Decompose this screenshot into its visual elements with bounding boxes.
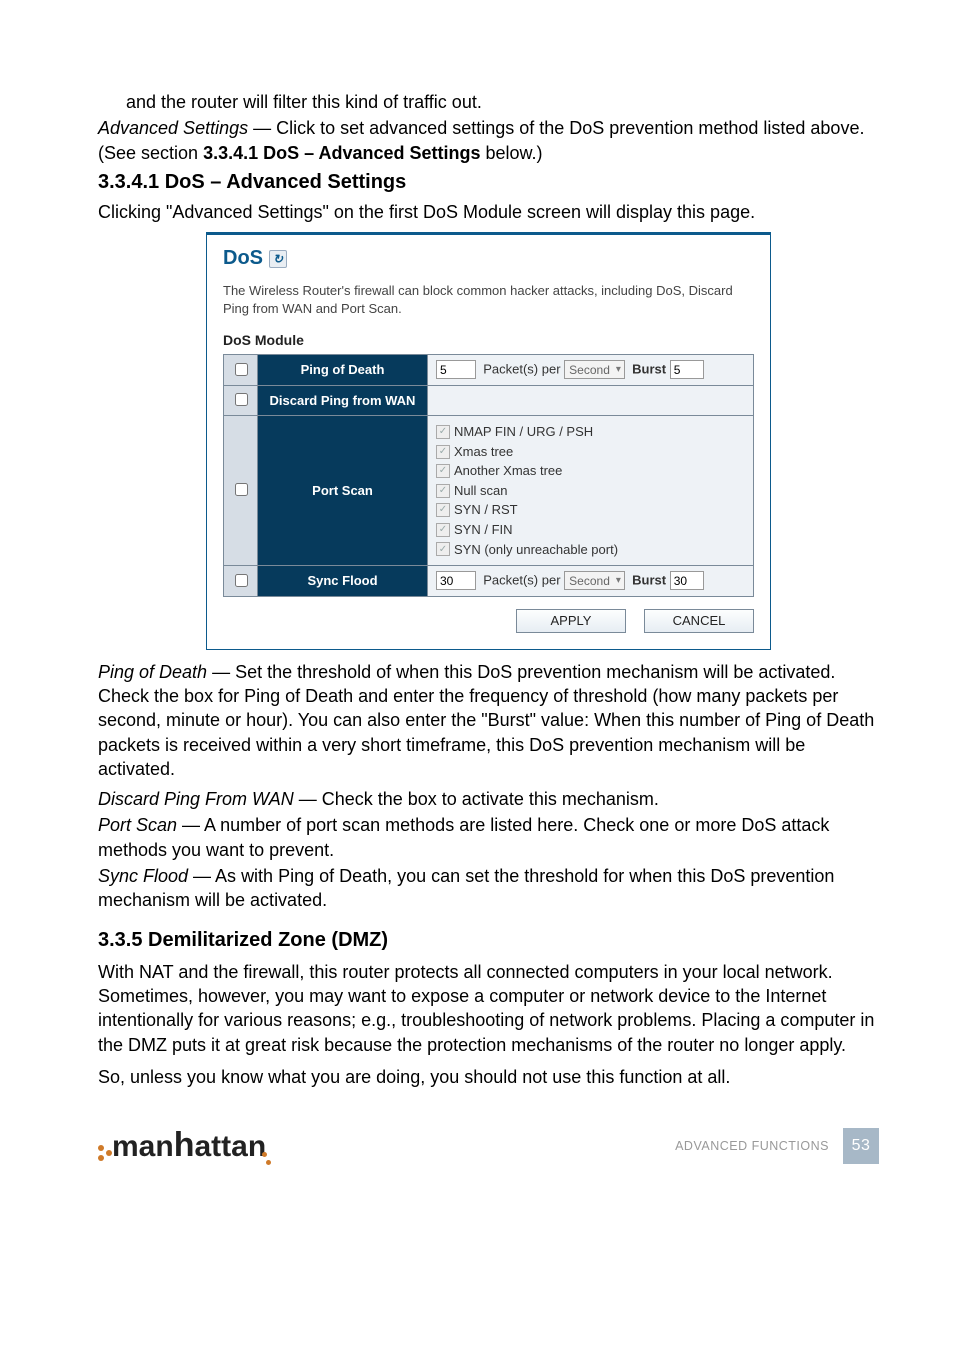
refresh-icon[interactable]: ↻ <box>269 250 287 268</box>
def-text: — A number of port scan methods are list… <box>98 815 829 859</box>
opt-checkbox[interactable]: ✓ <box>436 484 450 498</box>
ping-of-death-burst-input[interactable] <box>670 360 704 379</box>
table-row: Port Scan ✓ NMAP FIN / URG / PSH ✓ Xmas tr… <box>224 416 754 566</box>
row-name-discard-ping: Discard Ping from WAN <box>258 385 428 416</box>
opt-checkbox[interactable]: ✓ <box>436 445 450 459</box>
cancel-button[interactable]: CANCEL <box>644 609 754 633</box>
apply-button[interactable]: APPLY <box>516 609 626 633</box>
ping-of-death-checkbox[interactable] <box>235 363 248 376</box>
heading-dos-advanced: 3.3.4.1 DoS – Advanced Settings <box>98 169 879 196</box>
opt-label: SYN / RST <box>454 501 518 519</box>
ping-of-death-value-input[interactable] <box>436 360 476 379</box>
opt-checkbox[interactable]: ✓ <box>436 542 450 556</box>
table-row: Discard Ping from WAN <box>224 385 754 416</box>
adv-settings-ref: 3.3.4.1 DoS – Advanced Settings <box>203 143 480 163</box>
opt-checkbox[interactable]: ✓ <box>436 523 450 537</box>
def-term: Port Scan <box>98 815 177 835</box>
def-discard-ping: Discard Ping From WAN — Check the box to… <box>98 787 879 811</box>
port-scan-options: ✓ NMAP FIN / URG / PSH ✓ Xmas tree ✓ Anothe… <box>436 420 745 561</box>
def-term: Sync Flood <box>98 866 188 886</box>
sync-flood-burst-label: Burst <box>632 573 666 588</box>
discard-ping-wan-checkbox[interactable] <box>235 393 248 406</box>
ping-of-death-mid-label: Packet(s) per <box>483 362 560 377</box>
dos-panel: DoS ↻ The Wireless Router's firewall can… <box>206 232 771 649</box>
sync-flood-checkbox[interactable] <box>235 574 248 587</box>
page-number-badge: 53 <box>843 1128 879 1164</box>
dos-title-text: DoS <box>223 245 263 272</box>
opt-label: Xmas tree <box>454 443 513 461</box>
sync-flood-unit-select[interactable]: Second <box>564 571 625 590</box>
sync-flood-mid-label: Packet(s) per <box>483 573 560 588</box>
def-sync-flood: Sync Flood — As with Ping of Death, you … <box>98 864 879 913</box>
sync-flood-value-input[interactable] <box>436 571 476 590</box>
row-name-sync-flood: Sync Flood <box>258 566 428 597</box>
def-text: — As with Ping of Death, you can set the… <box>98 866 834 910</box>
opt-label: NMAP FIN / URG / PSH <box>454 423 593 441</box>
opt-label: SYN (only unreachable port) <box>454 541 618 559</box>
opt-checkbox[interactable]: ✓ <box>436 425 450 439</box>
opt-checkbox[interactable]: ✓ <box>436 464 450 478</box>
opt-checkbox[interactable]: ✓ <box>436 503 450 517</box>
dos-module-table: Ping of Death Packet(s) per Second Burst… <box>223 354 754 596</box>
table-row: Ping of Death Packet(s) per Second Burst <box>224 355 754 386</box>
opt-label: SYN / FIN <box>454 521 513 539</box>
def-term: Discard Ping From WAN <box>98 789 294 809</box>
sync-flood-burst-input[interactable] <box>670 571 704 590</box>
opt-label: Null scan <box>454 482 507 500</box>
opt-label: Another Xmas tree <box>454 462 562 480</box>
adv-settings-term: Advanced Settings <box>98 118 248 138</box>
ping-of-death-burst-label: Burst <box>632 362 666 377</box>
ping-of-death-unit-select[interactable]: Second <box>564 360 625 379</box>
dmz-paragraph-2: So, unless you know what you are doing, … <box>98 1065 879 1089</box>
port-scan-checkbox[interactable] <box>235 483 248 496</box>
intro-advanced-settings: Advanced Settings — Click to set advance… <box>98 116 879 165</box>
row-name-ping-of-death: Ping of Death <box>258 355 428 386</box>
def-ping-of-death: Ping of Death — Set the threshold of whe… <box>98 660 879 781</box>
table-row: Sync Flood Packet(s) per Second Burst <box>224 566 754 597</box>
brand-logo: manhattan <box>98 1123 276 1169</box>
def-text: — Set the threshold of when this DoS pre… <box>98 662 874 779</box>
def-port-scan: Port Scan — A number of port scan method… <box>98 813 879 862</box>
row-name-port-scan: Port Scan <box>258 416 428 566</box>
dos-panel-description: The Wireless Router's firewall can block… <box>223 282 754 317</box>
dos-module-heading: DoS Module <box>223 331 754 350</box>
heading-dmz: 3.3.5 Demilitarized Zone (DMZ) <box>98 927 879 954</box>
intro-tail-text: and the router will filter this kind of … <box>98 90 879 114</box>
dmz-paragraph-1: With NAT and the firewall, this router p… <box>98 960 879 1057</box>
brand-name: manhattan <box>112 1123 266 1169</box>
dos-panel-title: DoS ↻ <box>223 245 754 272</box>
heading1-subtext: Clicking "Advanced Settings" on the firs… <box>98 200 879 224</box>
def-term: Ping of Death <box>98 662 207 682</box>
adv-settings-tail: below.) <box>481 143 543 163</box>
def-text: — Check the box to activate this mechani… <box>294 789 659 809</box>
footer-section-label: ADVANCED FUNCTIONS <box>675 1138 829 1155</box>
